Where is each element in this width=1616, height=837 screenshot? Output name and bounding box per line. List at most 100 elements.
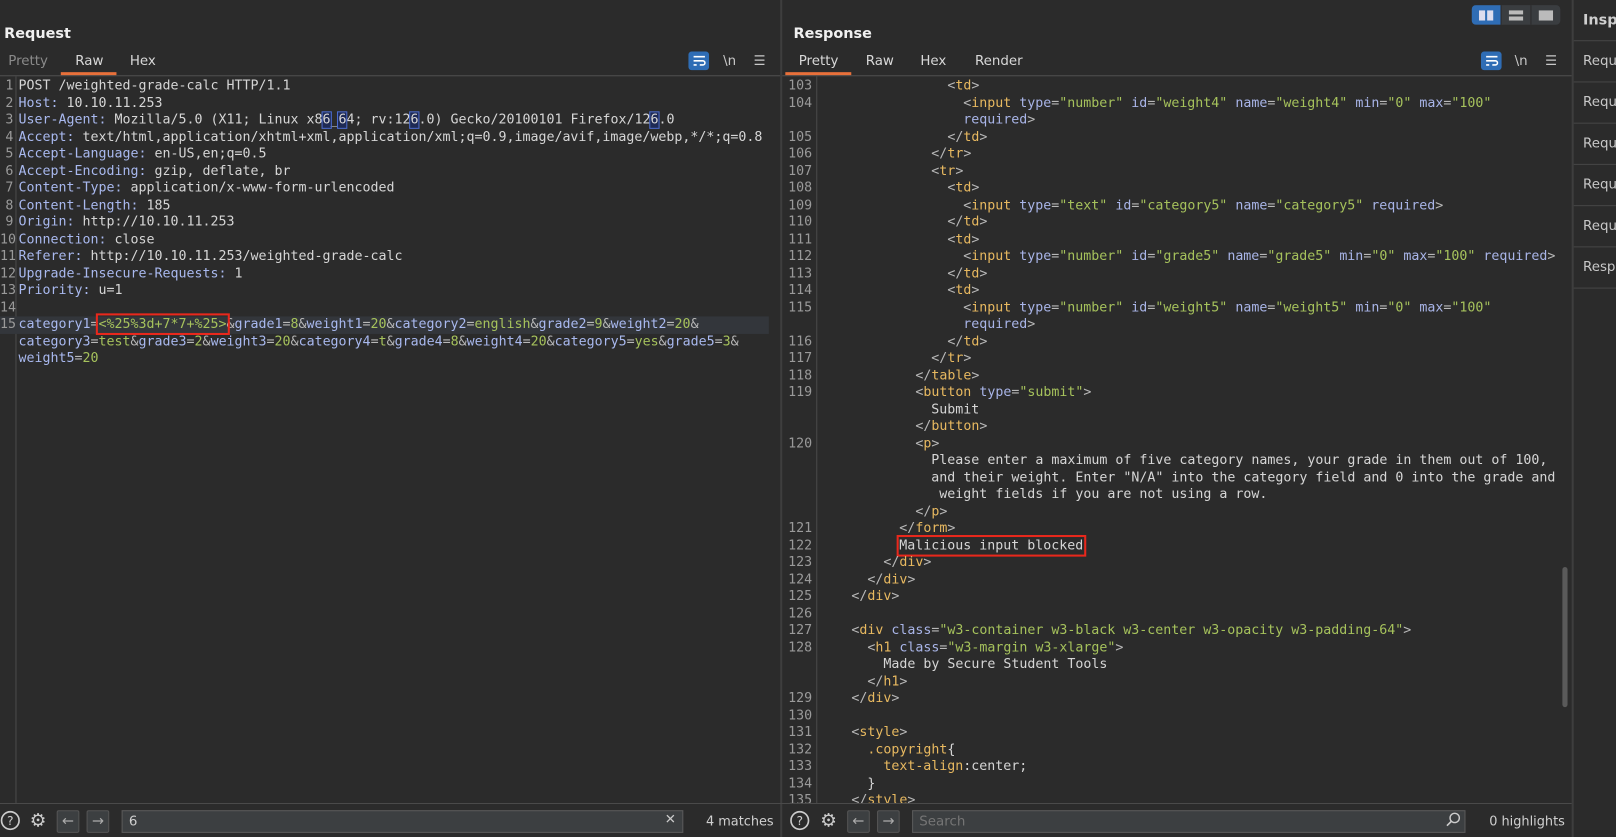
code-token: grade4 bbox=[394, 333, 443, 349]
word-wrap-icon[interactable] bbox=[1480, 51, 1502, 71]
code-token: td bbox=[963, 129, 980, 145]
gear-icon[interactable]: ⚙ bbox=[28, 810, 49, 832]
word-wrap-icon[interactable] bbox=[688, 51, 710, 71]
previous-match-button[interactable]: ← bbox=[56, 810, 80, 833]
code-line: </p> bbox=[782, 504, 1560, 521]
previous-match-button[interactable]: ← bbox=[847, 810, 870, 833]
code-token: en-US,en;q=0.5 bbox=[146, 146, 267, 162]
gear-icon[interactable]: ⚙ bbox=[818, 810, 839, 832]
inspector-section[interactable]: Reque bbox=[1573, 82, 1616, 124]
layout-toggle-group bbox=[1471, 5, 1561, 25]
code-token: http://10.10.11.253 bbox=[74, 214, 235, 230]
code-text: Priority: u=1 bbox=[19, 282, 123, 299]
request-tab-pretty[interactable]: Pretty bbox=[8, 54, 48, 69]
code-token: "weight4" bbox=[1275, 95, 1348, 111]
request-search-input[interactable] bbox=[121, 810, 684, 833]
code-text: category1=<%25%3d+7*7+%25>&grade1=8&weig… bbox=[19, 313, 699, 336]
response-tab-render[interactable]: Render bbox=[975, 54, 1023, 69]
code-token: Priority: bbox=[18, 282, 91, 298]
split-rows-icon[interactable] bbox=[1500, 5, 1531, 25]
line-number: 133 bbox=[788, 758, 813, 775]
code-token: 8 bbox=[450, 333, 459, 349]
response-title: Response bbox=[793, 25, 872, 43]
help-icon[interactable]: ? bbox=[789, 810, 810, 831]
divider bbox=[0, 75, 781, 77]
code-text: </table> bbox=[819, 367, 979, 384]
code-token: "weight5" bbox=[1155, 299, 1228, 315]
code-token: Enter bbox=[1075, 469, 1116, 485]
code-text: <h1 class="w3-margin w3-xlarge"> bbox=[819, 640, 1123, 657]
code-token: 3 bbox=[722, 333, 731, 349]
inspector-section[interactable]: Respo bbox=[1573, 247, 1616, 289]
code-token: names bbox=[1251, 452, 1292, 468]
code-text: POST /weighted-grade-calc HTTP/1.1 bbox=[19, 78, 291, 95]
code-text: </td> bbox=[819, 214, 987, 231]
code-token: "N/A" bbox=[1123, 469, 1164, 485]
newline-toggle[interactable]: \n bbox=[719, 52, 740, 71]
code-text: Accept-Language: en-US,en;q=0.5 bbox=[19, 146, 267, 163]
code-line: 10 Connection: close bbox=[0, 231, 769, 248]
code-token: weight1 bbox=[306, 316, 363, 332]
code-token: enter bbox=[987, 452, 1028, 468]
code-token: and bbox=[931, 469, 956, 485]
line-number: 7 bbox=[5, 180, 14, 196]
code-token: their bbox=[963, 469, 1004, 485]
code-line: 103 <td> bbox=[782, 78, 1560, 95]
code-token: name bbox=[1235, 95, 1268, 111]
hamburger-menu-icon[interactable]: ☰ bbox=[1541, 52, 1562, 71]
response-search-input[interactable] bbox=[912, 810, 1466, 833]
help-icon[interactable]: ? bbox=[0, 810, 21, 831]
split-columns-icon[interactable] bbox=[1471, 5, 1501, 25]
next-match-button[interactable]: → bbox=[877, 810, 900, 833]
divider bbox=[0, 802, 1572, 805]
single-pane-icon[interactable] bbox=[1530, 5, 1560, 25]
clear-search-icon[interactable]: ✕ bbox=[665, 812, 676, 827]
response-tab-hex[interactable]: Hex bbox=[920, 54, 946, 69]
response-tab-raw[interactable]: Raw bbox=[866, 54, 894, 69]
response-tab-pretty[interactable]: Pretty bbox=[799, 54, 839, 69]
request-tab-hex[interactable]: Hex bbox=[130, 54, 156, 69]
request-tab-raw[interactable]: Raw bbox=[75, 54, 103, 69]
code-token: if bbox=[1051, 486, 1068, 502]
inspector-section[interactable]: Reque bbox=[1573, 165, 1616, 207]
newline-toggle[interactable]: \n bbox=[1511, 52, 1532, 71]
code-token: 0 bbox=[1395, 469, 1404, 485]
code-line: 124 </div> bbox=[782, 572, 1560, 589]
request-editor[interactable]: 1 POST /weighted-grade-calc HTTP/1.1 2 Host… bbox=[0, 78, 769, 367]
code-token: you bbox=[1075, 486, 1100, 502]
code-token: "100" bbox=[1451, 299, 1492, 315]
code-token: category2 bbox=[394, 316, 467, 332]
code-token: class bbox=[891, 622, 932, 639]
code-line: 3 User-Agent: Mozilla/5.0 (X11; Linux x86… bbox=[0, 111, 769, 129]
code-line: 121 </form> bbox=[782, 521, 1560, 538]
code-text: </p> bbox=[819, 504, 947, 521]
response-editor[interactable]: 103 <td> 104 <input type="number" id="wei… bbox=[782, 78, 1560, 803]
blocked-message-highlight-box: Malicious input blocked bbox=[896, 534, 1087, 557]
code-token: category5 bbox=[554, 333, 627, 349]
hamburger-menu-icon[interactable]: ☰ bbox=[749, 52, 770, 71]
burp-repeater-window: Request Pretty Raw Hex \n ☰ 1 POST /weigh… bbox=[0, 0, 1616, 837]
code-token: = bbox=[714, 333, 723, 349]
code-token: h1 bbox=[883, 673, 900, 690]
code-token: english bbox=[474, 316, 531, 332]
code-line: Made by Secure Student Tools bbox=[782, 657, 1560, 674]
code-token: class bbox=[899, 639, 940, 656]
search-icon[interactable] bbox=[1445, 811, 1461, 832]
response-scrollbar[interactable] bbox=[1562, 566, 1568, 708]
inspector-section[interactable]: Reque bbox=[1573, 206, 1616, 248]
code-token: and bbox=[1363, 469, 1388, 485]
code-text: <td> bbox=[819, 78, 979, 95]
inspector-section[interactable]: Reque bbox=[1573, 41, 1616, 83]
code-token: </ bbox=[947, 214, 964, 230]
inspector-section[interactable]: Reque bbox=[1573, 124, 1616, 165]
next-match-button[interactable]: → bbox=[86, 810, 110, 833]
